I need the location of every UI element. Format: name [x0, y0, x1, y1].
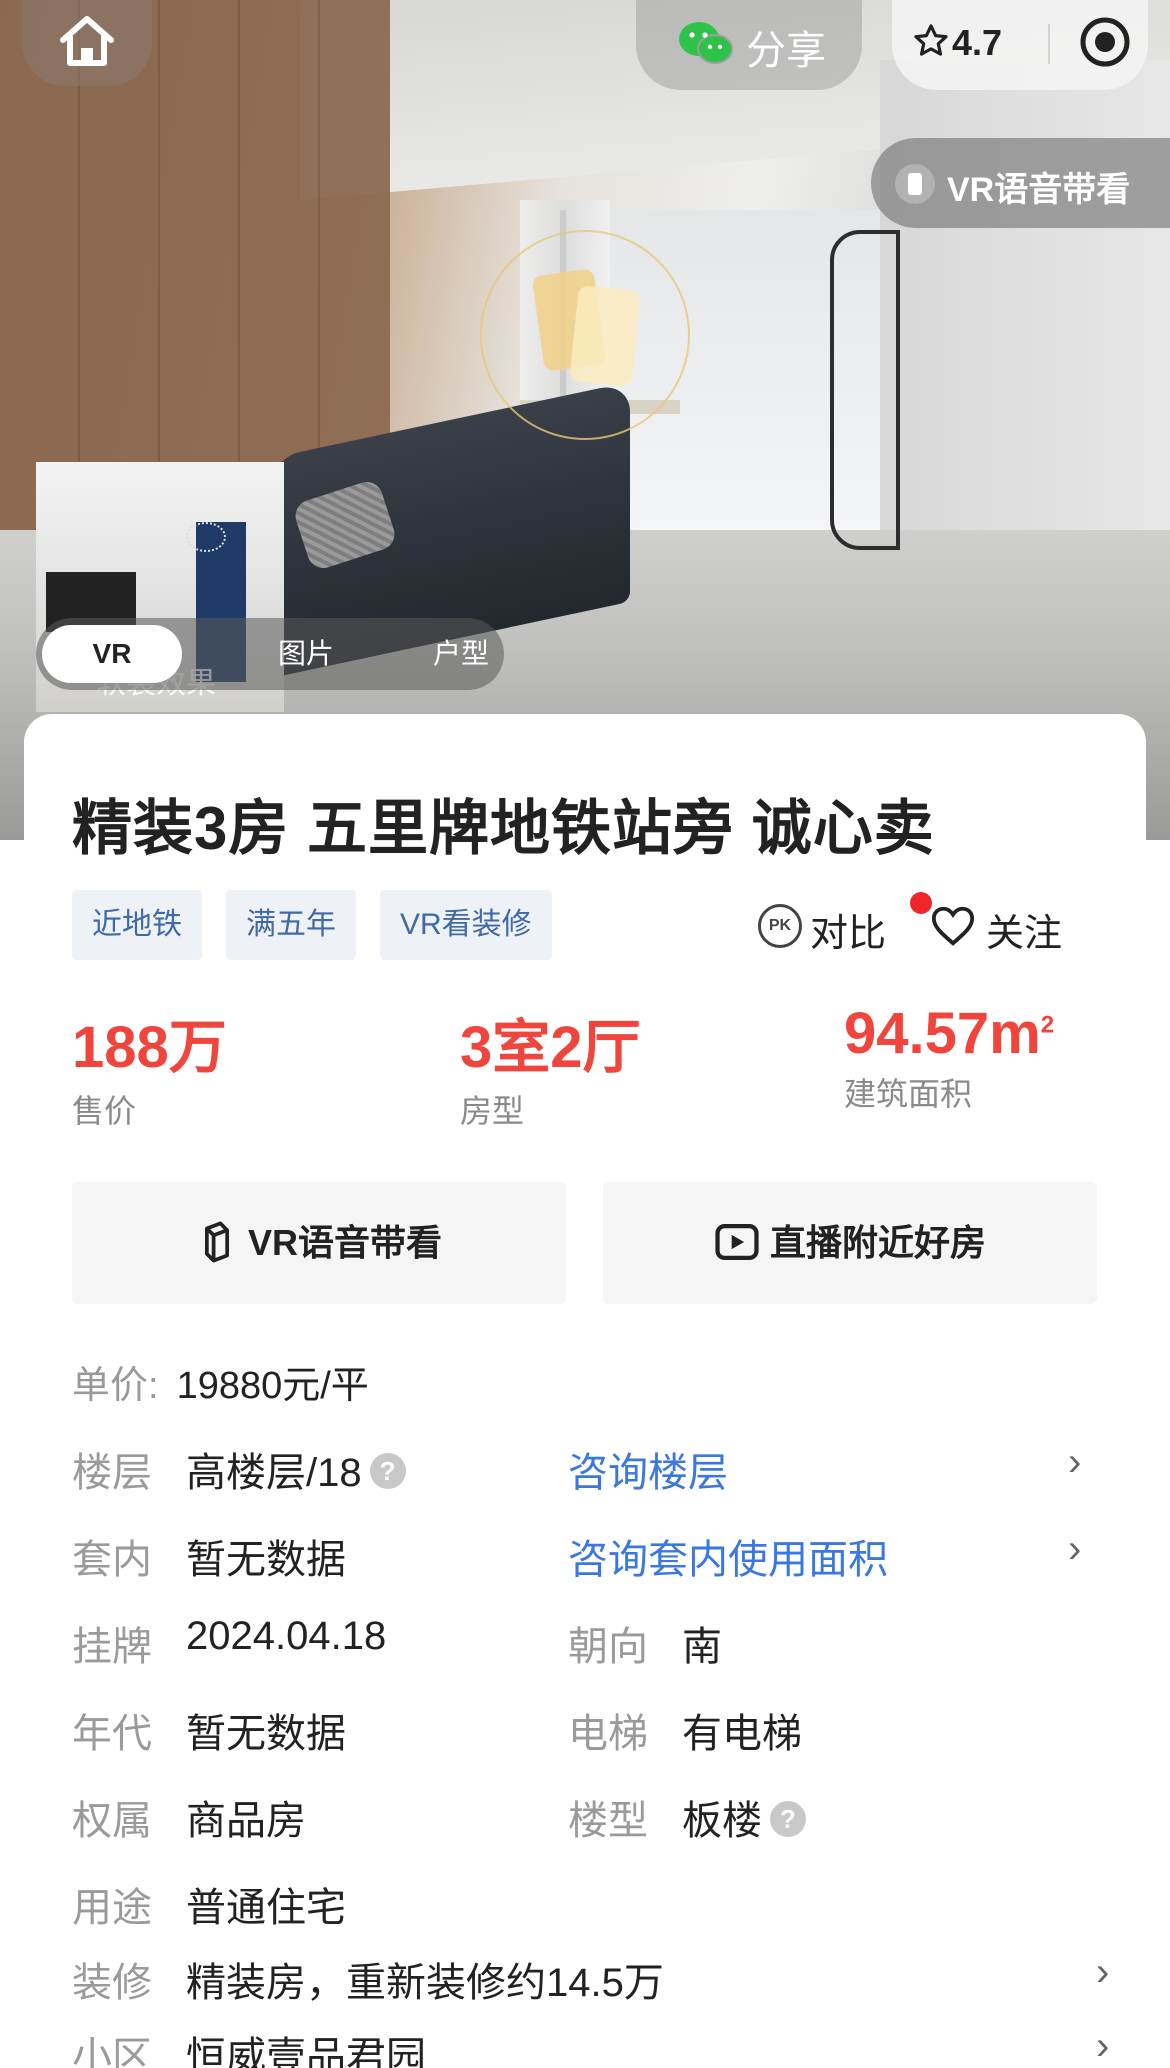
price-label: 售价 — [72, 1093, 137, 1129]
tag-five-years: 满五年 — [226, 890, 356, 960]
inner-area-row: 套内 暂无数据 咨询套内使用面积 › — [72, 1527, 1102, 1587]
heart-icon — [931, 906, 975, 946]
year-key: 年代 — [72, 1712, 152, 1756]
ask-inner-area-link[interactable]: 咨询套内使用面积 — [568, 1527, 888, 1585]
mini-program-capsule: 4.7 — [892, 0, 1148, 90]
chevron-right-icon[interactable]: › — [1068, 1440, 1081, 1485]
building-type-key: 楼型 — [568, 1799, 648, 1843]
tab-photos[interactable]: 图片 — [236, 618, 376, 690]
ask-floor-link[interactable]: 咨询楼层 — [568, 1440, 728, 1498]
wechat-icon — [679, 22, 733, 64]
floor-row: 楼层 高楼层/18? 咨询楼层 › — [72, 1440, 1102, 1500]
listed-value: 2024.04.18 — [186, 1614, 387, 1658]
inner-area-value: 暂无数据 — [186, 1538, 346, 1582]
pk-icon: PK — [758, 904, 802, 948]
ownership-key: 权属 — [72, 1799, 152, 1843]
price-stat: 188万 售价 — [72, 1000, 227, 1132]
floor-value: 高楼层/18? — [186, 1440, 406, 1498]
listed-row: 挂牌 2024.04.18 朝向 南 — [72, 1614, 1102, 1674]
floor-value-text: 高楼层/18 — [186, 1451, 362, 1495]
price-value: 188万 — [72, 1015, 227, 1080]
vr-hotspot[interactable] — [480, 230, 690, 440]
live-nearby-label: 直播附近好房 — [769, 1222, 986, 1263]
decor-row[interactable]: 装修 精装房，重新装修约14.5万 › — [72, 1950, 1109, 2010]
tag-vr-decor: VR看装修 — [380, 890, 552, 960]
building-type-text: 板楼 — [682, 1799, 762, 1843]
area-superscript: 2 — [1040, 1011, 1055, 1039]
chevron-right-icon[interactable]: › — [1096, 2024, 1109, 2068]
listed-key: 挂牌 — [72, 1625, 152, 1669]
vr-voice-chip-label: VR语音带看 — [947, 171, 1131, 209]
chevron-right-icon[interactable]: › — [1096, 1950, 1109, 1995]
orientation-value: 南 — [682, 1625, 722, 1669]
ownership-value: 商品房 — [186, 1799, 306, 1843]
vr-card-icon — [895, 164, 935, 204]
thumb-lamp — [186, 522, 226, 552]
target-icon[interactable] — [1056, 10, 1146, 74]
vr-voice-tour-chip[interactable]: VR语音带看 — [871, 138, 1170, 228]
listing-title: 精装3房 五里牌地铁站旁 诚心卖 — [72, 795, 935, 862]
question-icon[interactable]: ? — [770, 1801, 806, 1838]
capsule-divider — [1048, 24, 1050, 64]
rating-value: 4.7 — [952, 22, 1003, 63]
community-value: 恒威壹品君园 — [186, 2035, 426, 2068]
floor-key: 楼层 — [72, 1451, 152, 1495]
chevron-right-icon[interactable]: › — [1068, 1527, 1081, 1572]
unit-price-key: 单价: — [72, 1365, 159, 1407]
area-stat: 94.57m2 建筑面积 — [844, 1000, 1054, 1115]
live-nearby-button[interactable]: 直播附近好房 — [603, 1182, 1097, 1304]
follow-label: 关注 — [986, 913, 1063, 955]
compare-label: 对比 — [810, 913, 887, 955]
year-row: 年代 暂无数据 电梯 有电梯 — [72, 1701, 1102, 1761]
elevator-key: 电梯 — [568, 1712, 648, 1756]
compare-notification-dot — [910, 892, 932, 914]
layout-value: 3室2厅 — [460, 1015, 641, 1080]
usage-key: 用途 — [72, 1886, 152, 1930]
vr-cube-icon — [204, 1222, 229, 1263]
home-button[interactable] — [22, 0, 152, 86]
tab-vr[interactable]: VR — [42, 625, 182, 683]
unit-price-row: 单价: 19880元/平 — [72, 1354, 369, 1409]
share-button[interactable]: 分享 — [636, 0, 862, 90]
decor-value: 精装房，重新装修约14.5万 — [186, 1961, 664, 2005]
layout-label: 房型 — [460, 1093, 525, 1129]
decor-key: 装修 — [72, 1961, 152, 2005]
tag-near-metro: 近地铁 — [72, 890, 202, 960]
year-value: 暂无数据 — [186, 1712, 346, 1756]
media-tab-switch: VR 图片 户型 — [36, 618, 504, 690]
home-icon — [60, 16, 114, 66]
orientation-key: 朝向 — [568, 1625, 648, 1669]
area-number: 94.57m — [844, 1001, 1041, 1066]
inner-area-key: 套内 — [72, 1538, 152, 1582]
community-key: 小区 — [72, 2035, 152, 2068]
tab-floorplan[interactable]: 户型 — [391, 618, 531, 690]
share-label: 分享 — [746, 29, 826, 73]
usage-row: 用途 普通住宅 — [72, 1875, 1102, 1935]
listing-page: 软装效果 VR 图片 户型 分享 — [0, 0, 1170, 2068]
hero-shelf — [830, 230, 900, 550]
building-type-value: 板楼? — [682, 1788, 806, 1846]
listing-info-card: 精装3房 五里牌地铁站旁 诚心卖 近地铁 满五年 VR看装修 PK 对比 关注 … — [24, 714, 1146, 2068]
area-label: 建筑面积 — [844, 1076, 973, 1112]
play-icon — [715, 1224, 759, 1261]
area-value: 94.57m2 — [844, 1000, 1054, 1067]
hotspot-card-icon — [569, 285, 641, 387]
star-icon[interactable] — [912, 22, 950, 60]
unit-price-value: 19880元/平 — [176, 1365, 369, 1407]
elevator-value: 有电梯 — [682, 1712, 802, 1756]
ownership-row: 权属 商品房 楼型 板楼? — [72, 1788, 1102, 1848]
question-icon[interactable]: ? — [369, 1453, 406, 1490]
community-row[interactable]: 小区 恒威壹品君园 › — [72, 2024, 1109, 2068]
usage-value: 普通住宅 — [186, 1886, 346, 1930]
layout-stat: 3室2厅 房型 — [460, 1000, 641, 1132]
vr-voice-tour-label: VR语音带看 — [247, 1222, 442, 1263]
vr-voice-tour-button[interactable]: VR语音带看 — [72, 1182, 566, 1304]
